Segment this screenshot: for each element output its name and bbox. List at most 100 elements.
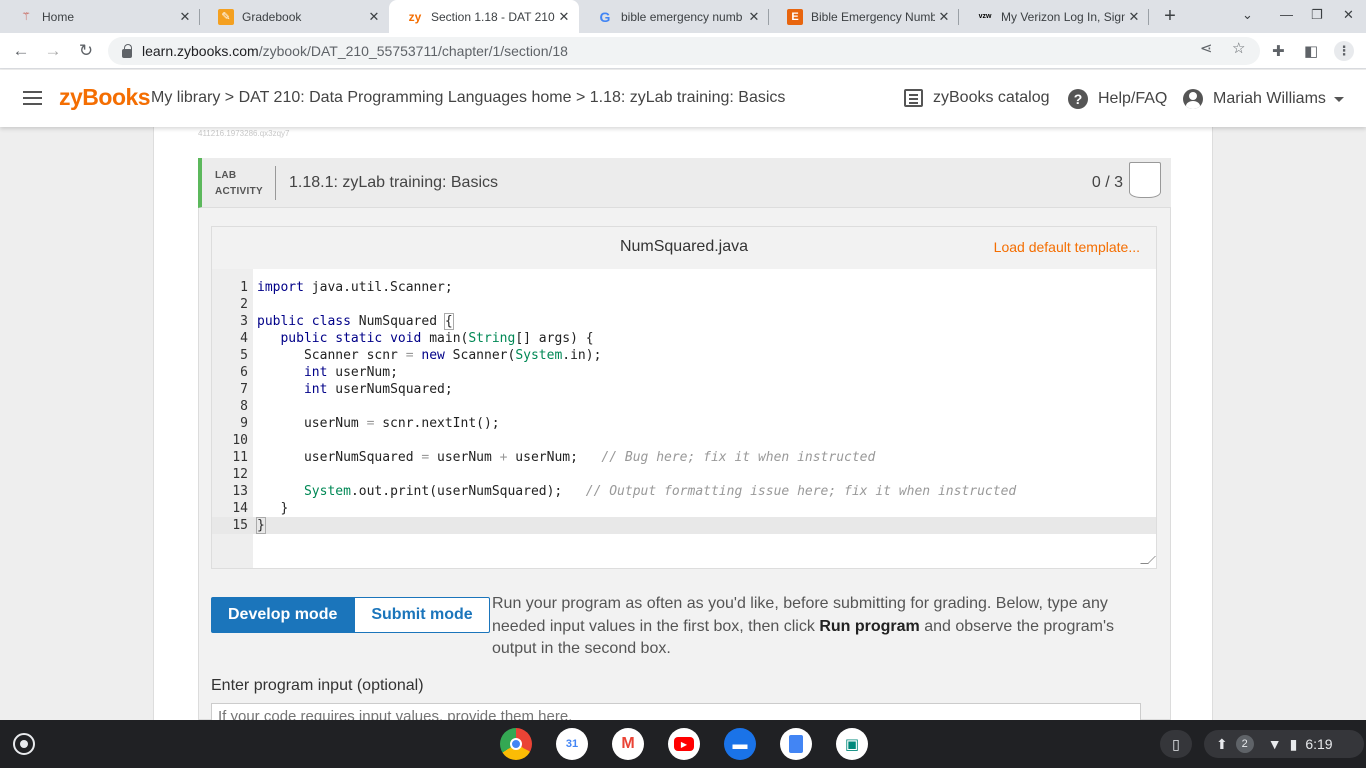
meet-app-icon[interactable]: ▣: [836, 728, 868, 760]
clock: 6:19: [1305, 736, 1333, 752]
extensions-puzzle-icon[interactable]: ✚: [1272, 42, 1285, 60]
tab-title: My Verizon Log In, Sign: [1001, 9, 1125, 24]
close-tab-icon[interactable]: ✕: [1125, 9, 1143, 25]
code-line-4: public static void main(String[] args) {: [280, 331, 594, 346]
tab-title: Gradebook: [242, 9, 302, 24]
mode-toggle: Develop mode Submit mode: [211, 597, 490, 633]
account-icon: [1183, 89, 1203, 109]
zybooks-catalog-link[interactable]: zyBooks catalog: [904, 89, 1050, 107]
tab-verizon[interactable]: vzw My Verizon Log In, Sign ✕: [959, 0, 1149, 33]
user-name: Mariah Williams: [1213, 90, 1326, 107]
program-input-label: Enter program input (optional): [211, 677, 424, 694]
code-line-1: import java.util.Scanner;: [257, 280, 453, 295]
wifi-icon: ▼: [1267, 736, 1282, 752]
user-menu[interactable]: Mariah Williams: [1183, 89, 1344, 109]
browser-toolbar: ← → ↻ learn.zybooks.com/zybook/DAT_210_5…: [0, 33, 1366, 69]
os-shelf: 31 M ▶ ▬ ▣ ▯ ⬆ 2 ▼ ▮ 6:19: [0, 720, 1366, 768]
load-default-template-link[interactable]: Load default template...: [994, 239, 1140, 255]
close-tab-icon[interactable]: ✕: [176, 9, 194, 25]
chevron-down-icon: [1333, 96, 1344, 102]
resize-handle-icon[interactable]: [1140, 556, 1156, 564]
mode-description: Run your program as often as you'd like,…: [492, 595, 1115, 657]
side-panel-icon[interactable]: ◧: [1304, 42, 1318, 60]
close-window-icon[interactable]: ✕: [1343, 7, 1354, 23]
tab-title: Bible Emergency Numb: [811, 9, 935, 24]
tab-title: bible emergency numb: [621, 9, 743, 24]
zybooks-header: zyBooks My library > DAT 210: Data Progr…: [0, 70, 1366, 127]
restore-icon[interactable]: ❐: [1311, 7, 1323, 23]
battery-icon: ▮: [1289, 735, 1298, 752]
share-icon[interactable]: ⋖: [1200, 39, 1213, 57]
submit-mode-button[interactable]: Submit mode: [354, 597, 490, 633]
close-tab-icon[interactable]: ✕: [745, 9, 763, 25]
code-line-13: System.out.print(userNumSquared); // Out…: [303, 484, 1017, 499]
lock-icon: [122, 43, 132, 58]
completion-badge-icon: [1129, 162, 1161, 198]
phone-hub-icon[interactable]: ▯: [1160, 730, 1192, 758]
chrome-app-icon[interactable]: [500, 728, 532, 760]
hamburger-menu-icon[interactable]: [23, 91, 42, 105]
catalog-icon: [904, 89, 923, 107]
tab-section-1-18[interactable]: zy Section 1.18 - DAT 210 ✕: [389, 0, 579, 33]
help-label: Help/FAQ: [1098, 90, 1168, 107]
zybooks-favicon-icon: zy: [408, 9, 422, 24]
url-host: learn.zybooks.com: [142, 43, 259, 59]
url-path: /zybook/DAT_210_55753711/chapter/1/secti…: [258, 43, 568, 59]
catalog-label: zyBooks catalog: [933, 89, 1050, 106]
close-tab-icon[interactable]: ✕: [555, 9, 573, 25]
back-arrow-icon[interactable]: ←: [10, 40, 32, 62]
activity-score: 0 / 3: [1091, 174, 1123, 191]
files-app-icon[interactable]: ▬: [724, 728, 756, 760]
tab-title: Home: [42, 9, 75, 24]
verizon-favicon-icon: vzw: [978, 13, 992, 20]
forward-arrow-icon[interactable]: →: [42, 40, 64, 62]
minimize-icon[interactable]: —: [1280, 7, 1293, 22]
section-id-text: 411216.1973286.qx3zqy7: [198, 129, 290, 138]
code-area[interactable]: 1 import java.util.Scanner; 2 3 public cla…: [212, 279, 1156, 534]
tab-title: Section 1.18 - DAT 210: [431, 9, 555, 24]
activity-title: 1.18.1: zyLab training: Basics: [289, 174, 499, 191]
zybooks-logo[interactable]: zyBooks: [59, 84, 151, 111]
code-line-7: int userNumSquared;: [303, 382, 453, 397]
code-line-11: userNumSquared = userNum + userNum; // B…: [257, 450, 876, 465]
home-favicon-icon: ⚚: [21, 11, 31, 23]
reload-icon[interactable]: ↻: [75, 40, 97, 62]
new-tab-icon[interactable]: +: [1158, 5, 1182, 27]
code-line-14: }: [257, 501, 289, 516]
code-line-3: public class NumSquared {: [257, 313, 454, 330]
lab-activity-label: LAB ACTIVITY: [215, 170, 263, 197]
site-e-favicon-icon: E: [787, 8, 803, 25]
code-line-6: int userNum;: [303, 365, 398, 380]
help-icon: ?: [1068, 89, 1088, 109]
code-line-15: }: [256, 517, 266, 534]
tab-search-chevron-icon[interactable]: ⌄: [1242, 7, 1253, 23]
code-line-5: Scanner scnr = new Scanner(System.in);: [257, 348, 602, 363]
youtube-app-icon[interactable]: ▶: [668, 728, 700, 760]
kebab-menu-icon[interactable]: ⋮: [1334, 41, 1354, 61]
notification-count: 2: [1235, 735, 1254, 753]
help-faq-link[interactable]: ? Help/FAQ: [1068, 89, 1167, 109]
tab-google-search[interactable]: G bible emergency numb ✕: [579, 0, 769, 33]
calendar-app-icon[interactable]: 31: [556, 728, 588, 760]
address-bar[interactable]: learn.zybooks.com/zybook/DAT_210_5575371…: [108, 37, 1260, 65]
code-editor[interactable]: NumSquared.java Load default template...…: [211, 226, 1157, 569]
gradebook-favicon-icon: ✎: [218, 8, 234, 25]
close-tab-icon[interactable]: ✕: [365, 9, 383, 25]
docs-app-icon[interactable]: [780, 728, 812, 760]
gmail-app-icon[interactable]: M: [612, 728, 644, 760]
develop-mode-button[interactable]: Develop mode: [211, 597, 355, 633]
breadcrumb[interactable]: My library > DAT 210: Data Programming L…: [151, 89, 785, 107]
lab-activity-header: LAB ACTIVITY 1.18.1: zyLab training: Bas…: [198, 158, 1171, 208]
status-tray[interactable]: ⬆ 2 ▼ ▮ 6:19: [1204, 730, 1364, 758]
code-line-9: userNum = scnr.nextInt();: [257, 416, 500, 431]
bookmark-star-icon[interactable]: ☆: [1232, 39, 1245, 57]
editor-header: NumSquared.java Load default template...: [212, 227, 1156, 269]
google-favicon-icon: G: [599, 8, 611, 25]
tab-gradebook[interactable]: ✎ Gradebook ✕: [200, 0, 389, 33]
tab-home[interactable]: ⚚ Home ✕: [0, 0, 200, 33]
launcher-icon[interactable]: [13, 733, 35, 755]
browser-tab-strip: ⚚ Home ✕ ✎ Gradebook ✕ zy Section 1.18 -…: [0, 0, 1366, 33]
close-tab-icon[interactable]: ✕: [935, 9, 953, 25]
tab-bible-emergency[interactable]: E Bible Emergency Numb ✕: [769, 0, 959, 33]
upload-icon: ⬆: [1216, 735, 1228, 752]
